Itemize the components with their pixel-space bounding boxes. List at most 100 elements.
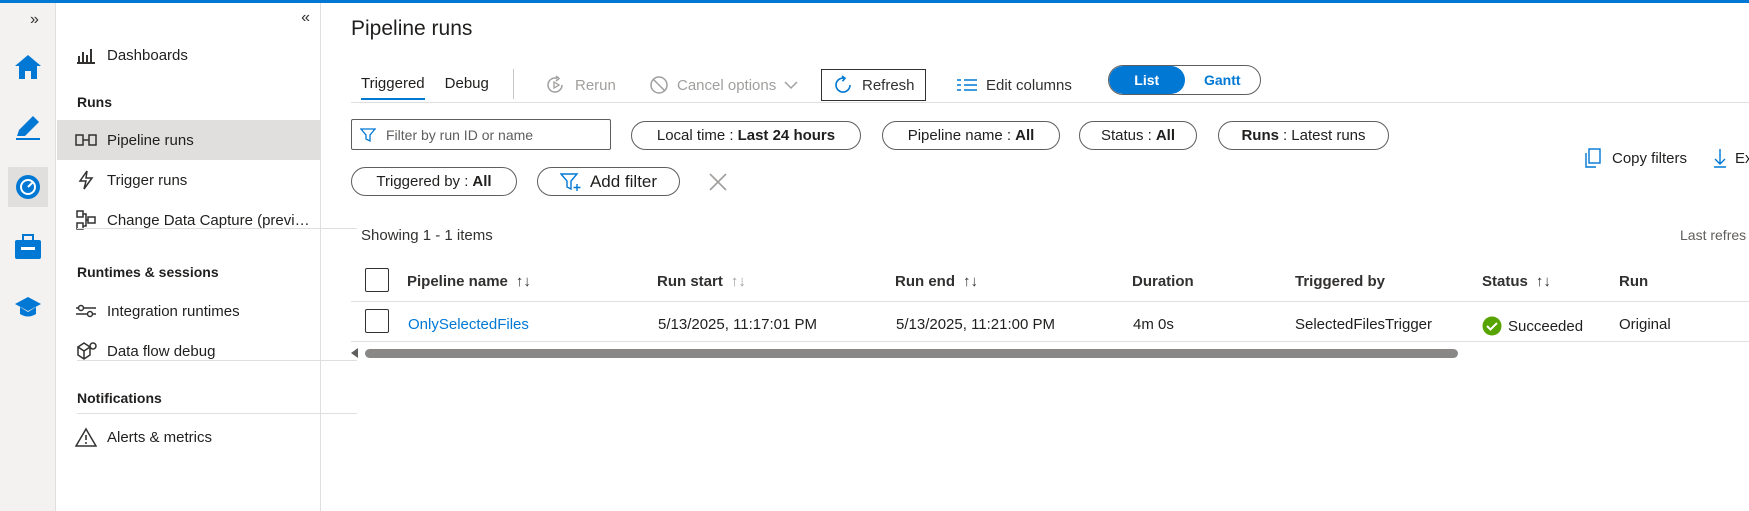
filter-search-input[interactable]: Filter by run ID or name bbox=[351, 119, 611, 150]
rerun-button[interactable]: Rerun bbox=[545, 69, 616, 101]
page-title: Pipeline runs bbox=[351, 17, 473, 40]
run-cell: Original bbox=[1619, 316, 1671, 333]
filter-value: Last 24 hours bbox=[737, 127, 836, 144]
manage-toolbox-icon[interactable] bbox=[8, 227, 48, 267]
author-pencil-icon[interactable] bbox=[8, 107, 48, 147]
filter-value: All bbox=[472, 173, 492, 190]
runs-filter[interactable]: Runs: Latest runs bbox=[1218, 121, 1389, 150]
local-time-filter[interactable]: Local time : Last 24 hours bbox=[631, 121, 861, 150]
nav-item-trigger-runs[interactable]: Trigger runs bbox=[57, 160, 320, 200]
columns-icon bbox=[956, 77, 978, 93]
nav-item-label: Trigger runs bbox=[107, 171, 188, 189]
nav-item-label: Dashboards bbox=[107, 46, 188, 64]
column-header-pipeline-name[interactable]: Pipeline name ↑↓ bbox=[407, 273, 531, 290]
home-icon[interactable] bbox=[8, 47, 48, 87]
column-header-run[interactable]: Run bbox=[1619, 273, 1648, 290]
pipeline-name-filter[interactable]: Pipeline name : All bbox=[882, 121, 1060, 150]
edit-columns-label: Edit columns bbox=[986, 76, 1072, 94]
column-label: Run start bbox=[657, 273, 723, 290]
refresh-button[interactable]: Refresh bbox=[821, 69, 926, 101]
column-label: Run end bbox=[895, 273, 955, 290]
filter-icon bbox=[360, 127, 376, 143]
nav-item-label: Pipeline runs bbox=[107, 131, 194, 149]
runtime-icon bbox=[75, 301, 97, 321]
nav-item-label: Integration runtimes bbox=[107, 302, 240, 320]
learn-cap-icon[interactable] bbox=[8, 287, 48, 327]
search-placeholder: Filter by run ID or name bbox=[386, 126, 534, 143]
divider bbox=[77, 413, 357, 414]
pipeline-name-link[interactable]: OnlySelectedFiles bbox=[408, 316, 529, 333]
nav-item-label: Change Data Capture (preview) bbox=[107, 211, 317, 229]
view-gantt-button[interactable]: Gantt bbox=[1185, 66, 1261, 94]
section-notifications: Notifications bbox=[77, 390, 162, 406]
clear-filters-icon[interactable] bbox=[708, 172, 728, 197]
expand-icon[interactable]: » bbox=[30, 11, 39, 29]
view-toggle: List Gantt bbox=[1108, 65, 1261, 95]
filter-value: All bbox=[1155, 127, 1176, 144]
filter-label: Runs bbox=[1241, 127, 1279, 144]
nav-item-integration-runtimes[interactable]: Integration runtimes bbox=[57, 291, 320, 331]
scrollbar-thumb[interactable] bbox=[365, 349, 1458, 358]
chevron-down-icon bbox=[784, 77, 798, 94]
tab-triggered[interactable]: Triggered bbox=[361, 75, 425, 100]
filter-label: Local time : bbox=[656, 127, 734, 144]
cancel-icon bbox=[649, 75, 669, 95]
column-header-triggered-by[interactable]: Triggered by bbox=[1295, 273, 1385, 290]
cdc-icon bbox=[75, 210, 97, 230]
filter-value: All bbox=[1015, 127, 1035, 144]
view-list-button[interactable]: List bbox=[1109, 66, 1185, 94]
triggered-by-cell: SelectedFilesTrigger bbox=[1295, 316, 1432, 333]
copy-icon bbox=[1584, 148, 1602, 168]
filter-label: Status : bbox=[1100, 127, 1152, 144]
column-label: Status bbox=[1482, 273, 1528, 290]
row-checkbox[interactable] bbox=[365, 309, 389, 333]
alert-icon bbox=[75, 427, 97, 447]
copy-filters-button[interactable]: Copy filters bbox=[1584, 148, 1687, 168]
refresh-label: Refresh bbox=[862, 76, 915, 94]
chart-icon bbox=[75, 45, 97, 65]
horizontal-scrollbar[interactable] bbox=[351, 347, 1458, 359]
divider bbox=[77, 228, 357, 229]
column-header-run-end[interactable]: Run end ↑↓ bbox=[895, 273, 978, 290]
main-content: Pipeline runs Triggered Debug Rerun Canc… bbox=[322, 3, 1749, 511]
run-end-cell: 5/13/2025, 11:21:00 PM bbox=[896, 316, 1056, 333]
add-filter-icon bbox=[559, 172, 582, 192]
filter-label: Triggered by : bbox=[376, 173, 469, 190]
divider bbox=[513, 69, 514, 99]
cancel-options-button[interactable]: Cancel options bbox=[649, 69, 798, 101]
scroll-left-icon[interactable] bbox=[351, 348, 358, 358]
column-label: Duration bbox=[1132, 273, 1194, 290]
nav-item-change-data-capture[interactable]: Change Data Capture (preview) bbox=[57, 200, 320, 240]
duration-cell: 4m 0s bbox=[1133, 316, 1174, 333]
triggered-by-filter[interactable]: Triggered by : All bbox=[351, 167, 517, 196]
add-filter-button[interactable]: Add filter bbox=[537, 167, 680, 196]
download-icon bbox=[1713, 148, 1727, 168]
column-header-run-start[interactable]: Run start ↑↓ bbox=[657, 273, 746, 290]
sort-icon: ↑↓ bbox=[1535, 273, 1551, 290]
success-check-icon bbox=[1482, 316, 1502, 336]
edit-columns-button[interactable]: Edit columns bbox=[956, 69, 1072, 101]
nav-item-alerts-metrics[interactable]: Alerts & metrics bbox=[57, 417, 320, 457]
section-runs: Runs bbox=[77, 94, 112, 110]
add-filter-label: Add filter bbox=[589, 171, 658, 191]
column-header-status[interactable]: Status ↑↓ bbox=[1482, 273, 1551, 290]
run-type-tabs: Triggered Debug bbox=[361, 75, 489, 100]
nav-item-label: Data flow debug bbox=[107, 342, 216, 360]
copy-filters-label: Copy filters bbox=[1612, 149, 1688, 167]
column-label: Pipeline name bbox=[407, 273, 508, 290]
nav-item-dashboards[interactable]: Dashboards bbox=[57, 35, 320, 75]
filter-label: Pipeline name : bbox=[907, 127, 1012, 144]
sort-icon: ↑↓ bbox=[963, 273, 978, 290]
monitor-gauge-icon[interactable] bbox=[8, 167, 48, 207]
status-filter[interactable]: Status : All bbox=[1079, 121, 1197, 150]
tab-debug[interactable]: Debug bbox=[445, 75, 489, 100]
nav-item-pipeline-runs[interactable]: Pipeline runs bbox=[57, 120, 320, 160]
rerun-label: Rerun bbox=[575, 76, 616, 94]
select-all-checkbox[interactable] bbox=[365, 268, 389, 292]
column-header-duration[interactable]: Duration bbox=[1132, 273, 1194, 290]
export-label: Ex bbox=[1735, 149, 1749, 167]
export-button[interactable]: Ex bbox=[1713, 148, 1749, 168]
nav-item-data-flow-debug[interactable]: Data flow debug bbox=[57, 331, 320, 371]
collapse-icon[interactable]: « bbox=[301, 9, 310, 27]
section-runtimes: Runtimes & sessions bbox=[77, 264, 219, 280]
